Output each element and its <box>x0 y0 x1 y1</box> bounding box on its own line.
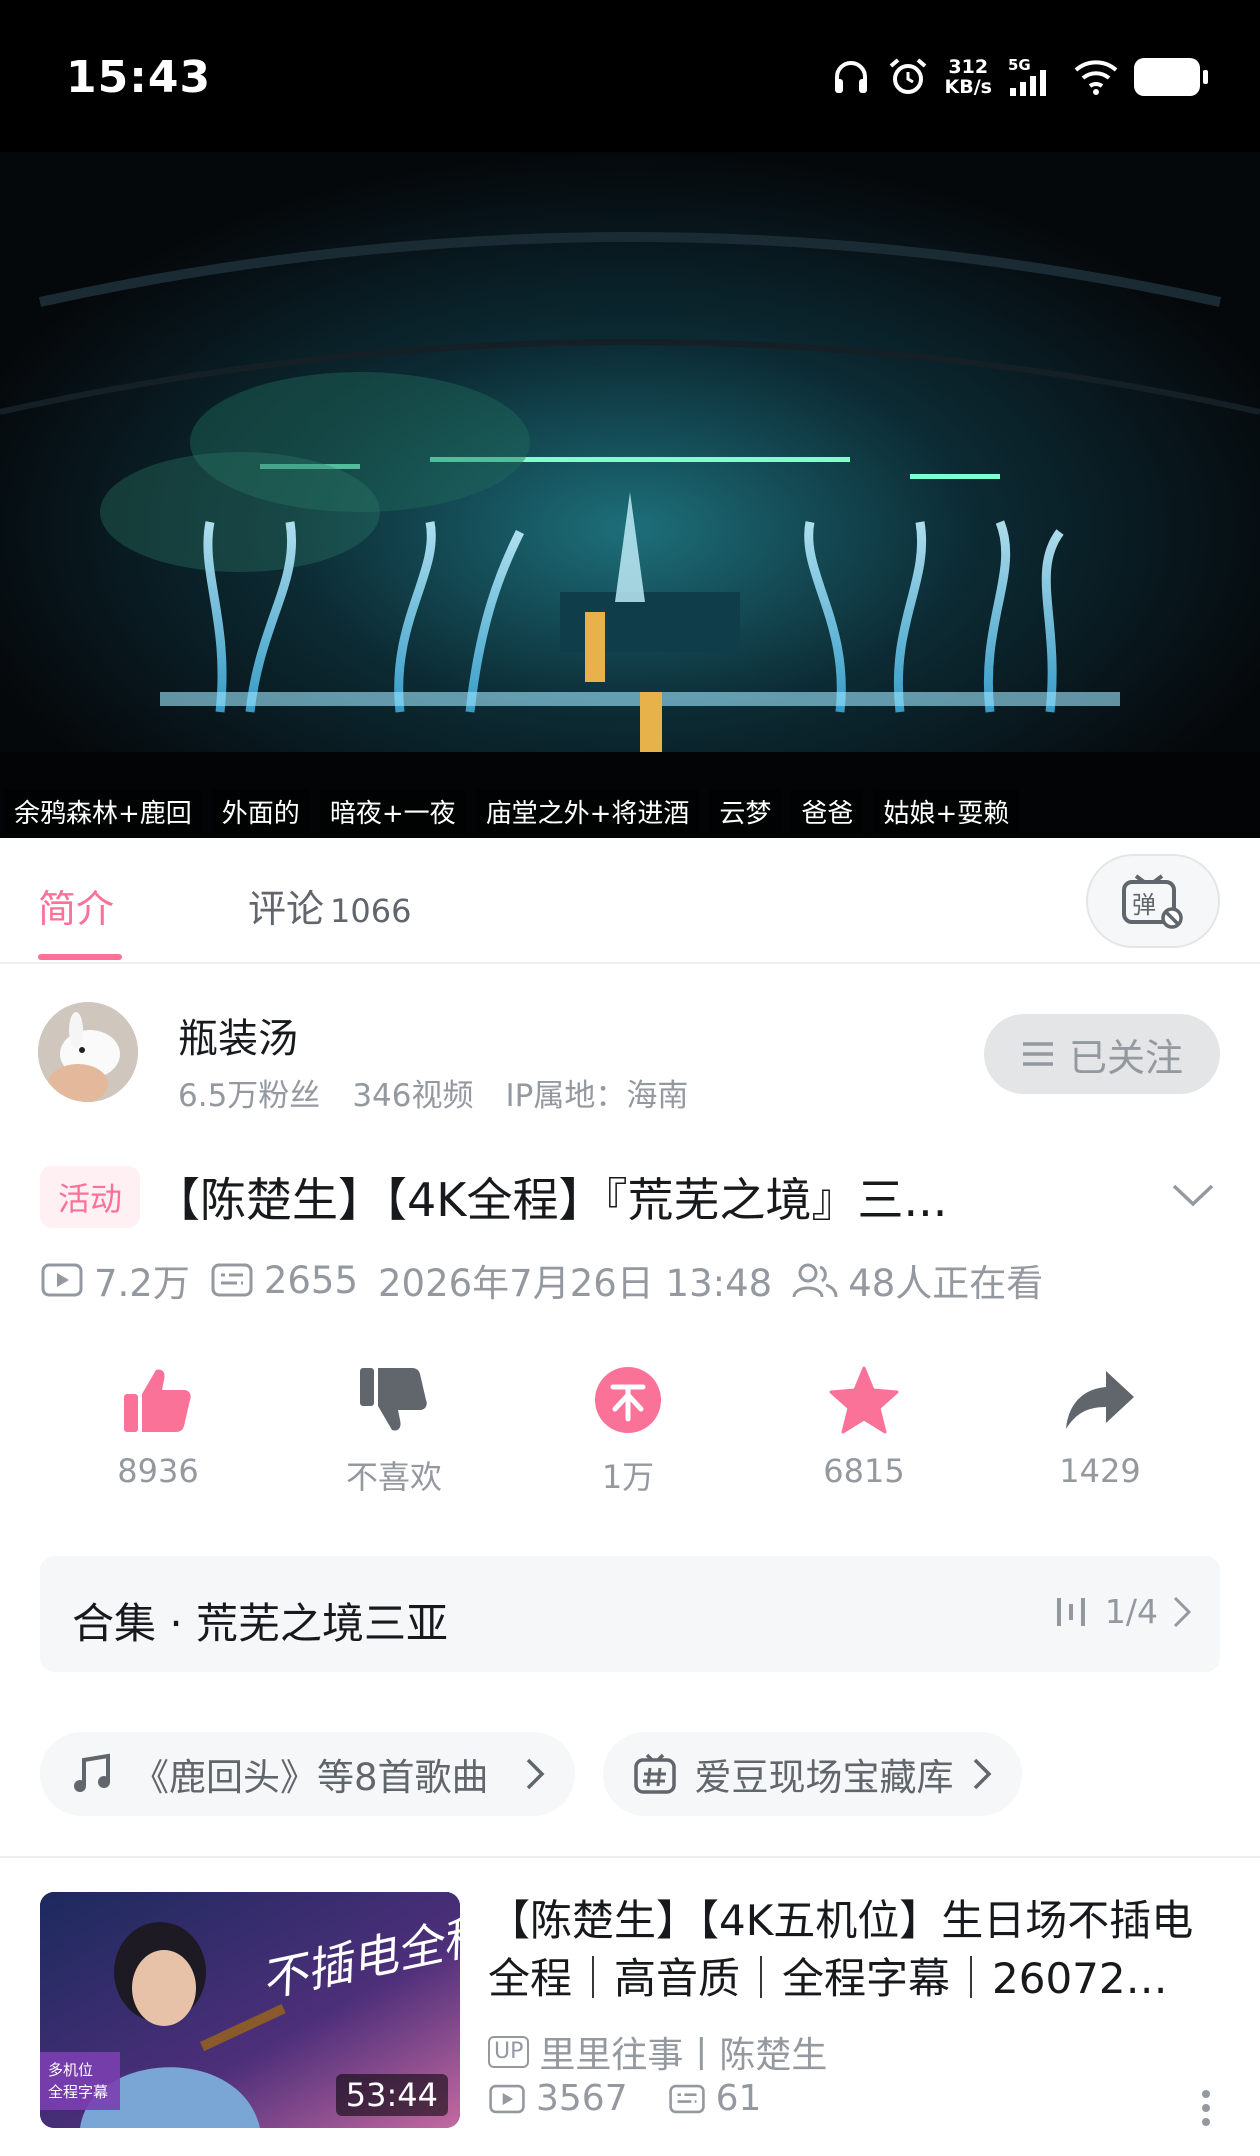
chapter-item[interactable]: 暗夜+一夜 <box>319 788 466 834</box>
video-player[interactable]: 余鸦森林+鹿回 外面的 暗夜+一夜 庙堂之外+将进酒 云梦 爸爸 姑娘+耍赖 <box>0 152 1260 838</box>
music-chip[interactable]: 《鹿回头》等8首歌曲 <box>40 1732 575 1816</box>
status-bar: 15:43 312 KB/s 5G <box>0 0 1260 152</box>
recommended-stats: 3567 61 <box>488 2078 761 2119</box>
episode-list-icon <box>1056 1597 1085 1626</box>
recommended-video-card[interactable]: 不插电全程 多机位 全程字幕 53:44 【陈楚生】【4K五机位】生日场不插电 … <box>40 1892 1220 2128</box>
comments-count: 1066 <box>330 892 412 930</box>
chevron-right-icon <box>973 1758 992 1790</box>
chevron-down-icon[interactable] <box>1170 1180 1216 1210</box>
chapter-item[interactable]: 姑娘+耍赖 <box>873 788 1020 834</box>
chapter-item[interactable]: 云梦 <box>709 788 782 834</box>
active-tab-indicator <box>38 954 122 960</box>
favorite-count: 6815 <box>823 1452 905 1490</box>
thumbs-up-icon <box>124 1369 191 1432</box>
danmaku-count-icon <box>668 2084 705 2113</box>
like-count: 8936 <box>117 1452 199 1490</box>
coin-icon <box>595 1367 661 1433</box>
danmaku-toggle-icon: 弹 <box>1122 874 1183 929</box>
video-stats: 7.2万 2655 2026年7月26日 13:48 48人正在看 <box>40 1252 1043 1308</box>
uploader-row: UP 里里往事丨陈楚生 <box>488 2026 827 2078</box>
video-thumbnail[interactable]: 不插电全程 多机位 全程字幕 53:44 <box>40 1892 460 2128</box>
alarm-icon <box>887 56 929 98</box>
publish-datetime: 2026年7月26日 13:48 <box>378 1262 773 1305</box>
author-ip: IP属地：海南 <box>505 1078 689 1114</box>
chapter-item[interactable]: 爸爸 <box>791 788 864 834</box>
collection-progress-group: 1/4 <box>1055 1592 1192 1631</box>
dislike-label: 不喜欢 <box>345 1458 442 1496</box>
section-divider <box>0 1856 1260 1858</box>
author-name[interactable]: 瓶装汤 <box>178 1006 298 1064</box>
share-icon <box>1066 1371 1134 1429</box>
star-icon <box>829 1366 899 1434</box>
recommended-video-title: 【陈楚生】【4K五机位】生日场不插电 全程｜高音质｜全程字幕｜26072… <box>488 1896 1194 2003</box>
battery-icon <box>1134 58 1208 96</box>
net-speed: 312 KB/s <box>944 56 992 98</box>
topic-chip[interactable]: 爱豆现场宝藏库 <box>602 1732 1022 1816</box>
danmaku-stat: 2655 <box>210 1259 358 1302</box>
views-stat: 3567 <box>488 2078 628 2119</box>
dislike-button[interactable]: 不喜欢 <box>304 1360 484 1498</box>
video-title-row: 活动 【陈楚生】【4K全程】『荒芜之境』三... <box>40 1160 1220 1234</box>
author-videos: 346视频 <box>352 1078 474 1114</box>
collection-title: 合集 · 荒芜之境三亚 <box>72 1599 449 1648</box>
author-meta: 6.5万粉丝 346视频 IP属地：海南 <box>178 1070 688 1115</box>
chapter-strip: 余鸦森林+鹿回 外面的 暗夜+一夜 庙堂之外+将进酒 云梦 爸爸 姑娘+耍赖 <box>0 784 1260 838</box>
avatar[interactable] <box>38 1002 138 1102</box>
hashtag-tv-icon <box>633 1753 676 1794</box>
action-bar: 8936 不喜欢 1万 6815 1429 <box>0 1360 1260 1500</box>
music-note-icon <box>74 1753 110 1792</box>
menu-lines-icon <box>1022 1042 1053 1066</box>
coin-button[interactable]: 1万 <box>538 1360 718 1498</box>
chevron-right-icon <box>1173 1596 1192 1627</box>
collection-card[interactable]: 合集 · 荒芜之境三亚 1/4 <box>40 1556 1220 1672</box>
chevron-right-icon <box>526 1758 545 1790</box>
network-type: 5G <box>1008 56 1031 74</box>
people-icon <box>792 1263 838 1298</box>
chapter-item[interactable]: 庙堂之外+将进酒 <box>475 788 700 834</box>
up-badge: UP <box>488 2036 530 2068</box>
play-count-icon <box>41 1263 83 1297</box>
concert-stage-frame <box>0 152 1260 838</box>
share-button[interactable]: 1429 <box>1010 1360 1190 1490</box>
activity-badge[interactable]: 活动 <box>40 1166 141 1228</box>
tab-comments[interactable]: 评论 1066 <box>248 878 411 933</box>
thumbs-down-icon <box>360 1368 427 1431</box>
cellular-signal-icon: 5G <box>1008 56 1058 98</box>
following-button[interactable]: 已关注 <box>984 1014 1220 1094</box>
related-chips: 《鹿回头》等8首歌曲 爱豆现场宝藏库 <box>40 1732 1022 1816</box>
share-count: 1429 <box>1059 1452 1141 1490</box>
video-title: 【陈楚生】【4K全程】『荒芜之境』三... <box>154 1173 948 1227</box>
thumbnail-tag-line1: 多机位 <box>48 2061 93 2079</box>
more-options-icon[interactable] <box>1200 2088 1212 2128</box>
like-button[interactable]: 8936 <box>68 1360 248 1490</box>
author-fans: 6.5万粉丝 <box>178 1078 321 1114</box>
svg-text:弹: 弹 <box>1132 891 1156 919</box>
wifi-icon <box>1074 58 1118 96</box>
play-count-icon <box>489 2084 525 2113</box>
detail-tabs: 简介 评论 1066 弹 <box>0 838 1260 964</box>
favorite-button[interactable]: 6815 <box>774 1360 954 1490</box>
uploader-name: 里里往事丨陈楚生 <box>539 2035 828 2076</box>
video-duration: 53:44 <box>335 2074 448 2116</box>
danmaku-toggle-button[interactable]: 弹 <box>1086 854 1220 948</box>
status-time: 15:43 <box>66 52 212 103</box>
chapter-item[interactable]: 余鸦森林+鹿回 <box>4 788 202 834</box>
coin-count: 1万 <box>601 1458 655 1496</box>
chapter-item[interactable]: 外面的 <box>211 788 310 834</box>
thumbnail-tag-line2: 全程字幕 <box>48 2083 108 2101</box>
views-stat: 7.2万 <box>40 1253 190 1307</box>
danmaku-stat: 61 <box>668 2078 761 2119</box>
watching-stat: 48人正在看 <box>792 1253 1043 1307</box>
author-section: 瓶装汤 6.5万粉丝 346视频 IP属地：海南 已关注 <box>0 964 1260 1134</box>
collection-progress: 1/4 <box>1104 1592 1158 1631</box>
tab-intro[interactable]: 简介 <box>38 878 114 933</box>
danmaku-count-icon <box>211 1263 253 1297</box>
headphones-icon <box>831 57 871 97</box>
